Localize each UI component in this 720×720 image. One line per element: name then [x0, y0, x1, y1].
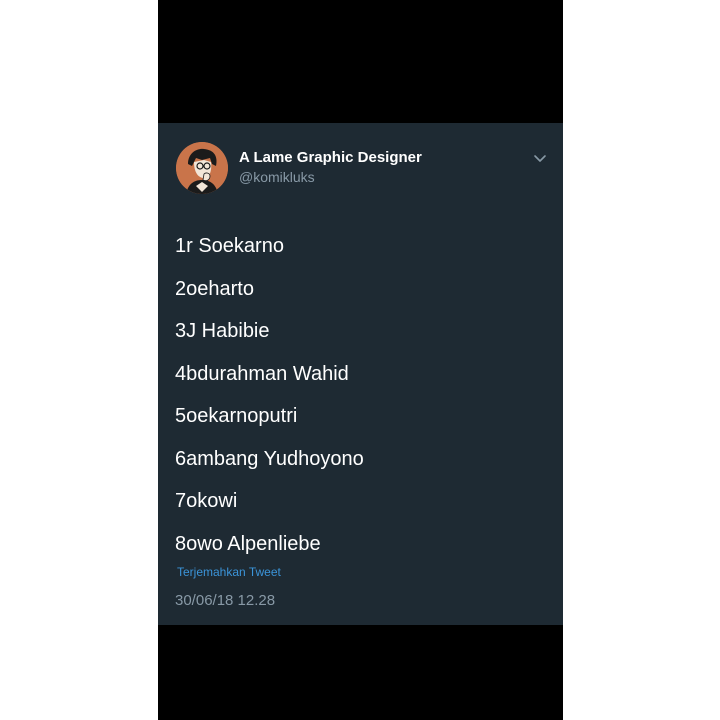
avatar-illustration	[176, 142, 228, 194]
tweet-timestamp[interactable]: 30/06/18 12.28	[175, 592, 275, 609]
tweet-line: 6ambang Yudhoyono	[175, 447, 364, 470]
user-handle[interactable]: @komikluks	[239, 169, 315, 185]
chevron-down-icon[interactable]	[533, 153, 547, 163]
tweet-line: 4bdurahman Wahid	[175, 362, 349, 385]
tweet-line: 3J Habibie	[175, 320, 270, 342]
avatar[interactable]	[176, 142, 228, 194]
display-name[interactable]: A Lame Graphic Designer	[239, 149, 422, 166]
tweet-line: 8owo Alpenliebe	[175, 532, 321, 555]
tweet-card: A Lame Graphic Designer @komikluks 1r So…	[158, 123, 563, 625]
tweet-body: 1r Soekarno 2oeharto 3J Habibie 4bdurahm…	[175, 225, 364, 565]
translate-tweet-link[interactable]: Terjemahkan Tweet	[177, 565, 281, 579]
tweet-line: 2oeharto	[175, 277, 254, 300]
tweet-line: 1r Soekarno	[175, 235, 284, 257]
tweet-line: 7okowi	[175, 490, 238, 512]
tweet-line: 5oekarnoputri	[175, 405, 298, 427]
